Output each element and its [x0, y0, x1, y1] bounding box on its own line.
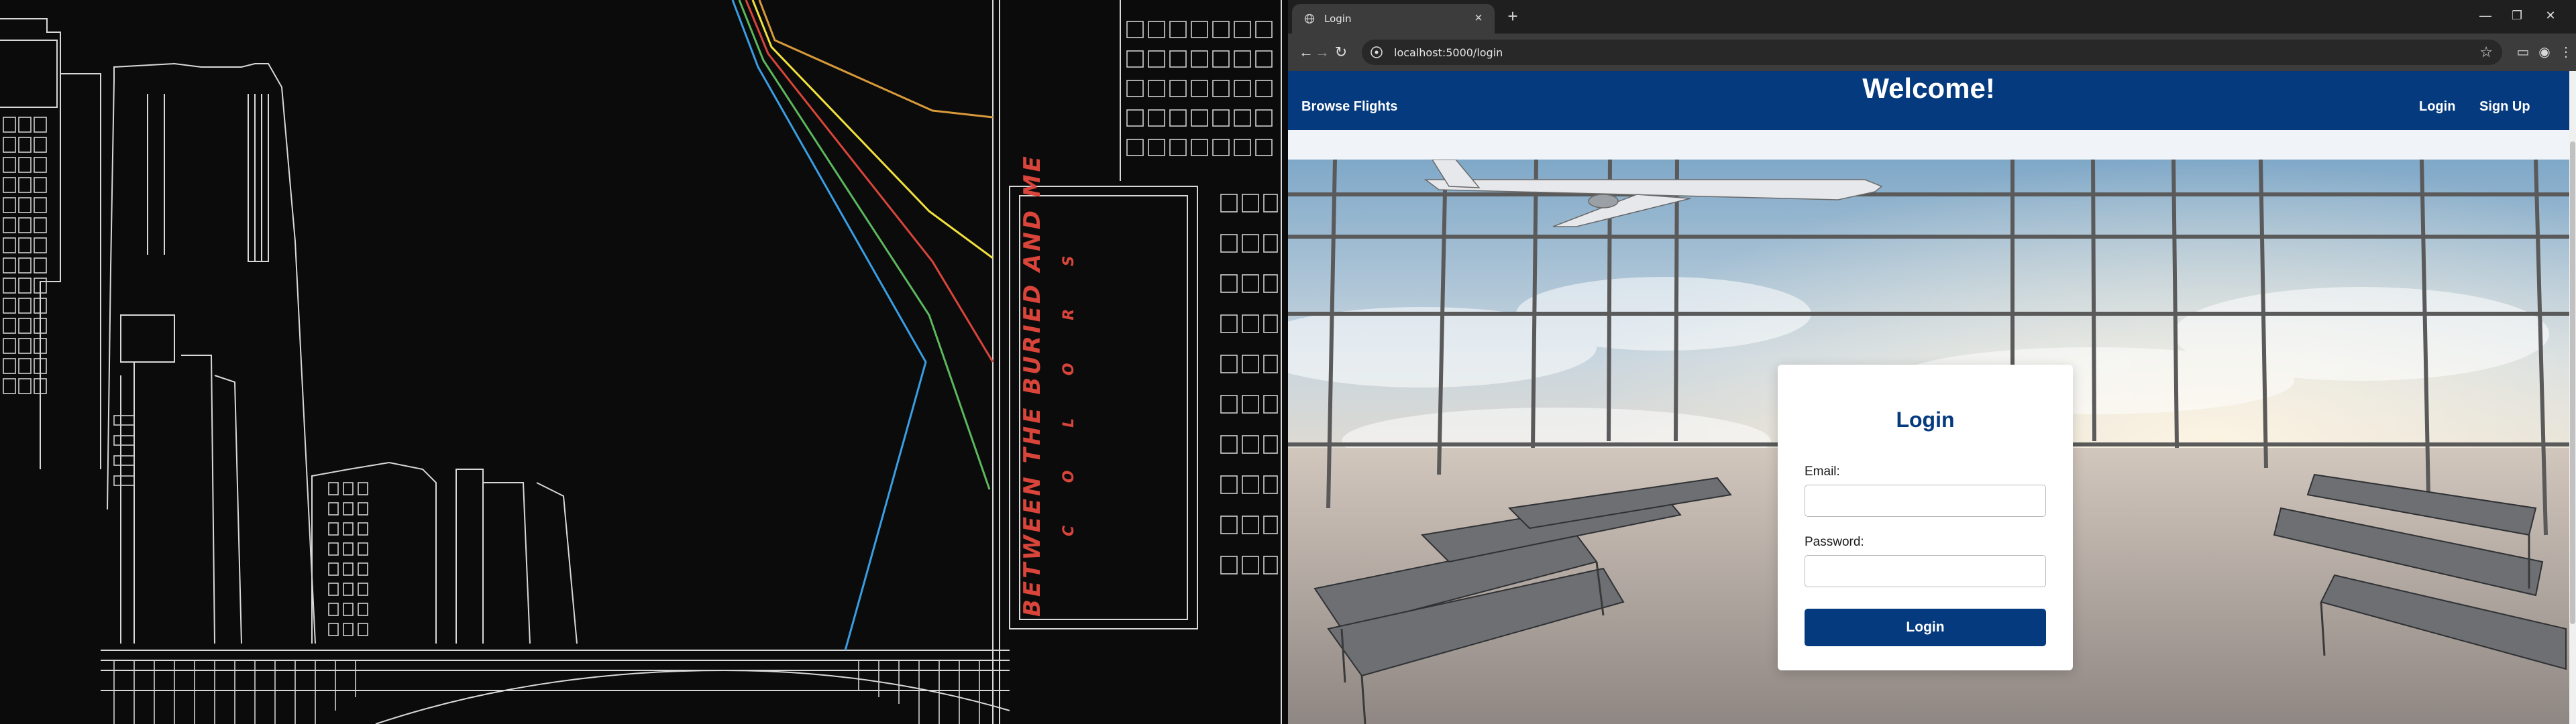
nav-login-link[interactable]: Login	[2419, 99, 2455, 115]
login-title: Login	[1896, 408, 1955, 432]
page-scrollbar[interactable]	[2569, 71, 2576, 724]
page-content: Browse Flights Welcome! Login Sign Up Lo…	[1288, 71, 2569, 724]
wallpaper-line-orange	[758, 0, 994, 119]
nav-signup-link[interactable]: Sign Up	[2479, 99, 2530, 115]
url-text: localhost:5000/login	[1394, 46, 1503, 59]
tab-login[interactable]: Login ×	[1292, 4, 1495, 34]
tab-title: Login	[1324, 13, 1352, 25]
email-label: Email:	[1805, 465, 1840, 479]
new-tab-button[interactable]: +	[1503, 7, 1523, 27]
scrollbar-thumb[interactable]	[2570, 141, 2575, 624]
login-submit-button[interactable]: Login	[1805, 609, 2046, 646]
address-bar[interactable]: localhost:5000/login ☆	[1362, 40, 2502, 65]
wallpaper-billboard-text: BETWEEN THE BURIED AND ME	[1019, 154, 1046, 617]
wallpaper-line-yellow	[751, 0, 994, 259]
welcome-heading: Welcome!	[1862, 72, 1995, 104]
extension-icon[interactable]: ◉	[2534, 42, 2555, 62]
password-label: Password:	[1805, 535, 1864, 549]
close-icon[interactable]: ✕	[2537, 5, 2564, 25]
cast-icon[interactable]: ▭	[2513, 42, 2533, 62]
wallpaper-line-blue	[731, 0, 927, 651]
globe-icon	[1304, 13, 1315, 24]
tab-strip: Login × + — ❐ ✕	[1288, 0, 2576, 34]
wallpaper-billboard-subtext: C O L O R S	[1061, 237, 1077, 536]
site-navbar: Browse Flights Welcome! Login Sign Up	[1288, 71, 2569, 130]
email-field[interactable]	[1805, 485, 2046, 517]
menu-icon[interactable]: ⋮	[2556, 42, 2576, 62]
login-card: Login Email: Password: Login	[1778, 365, 2073, 670]
bookmark-star-icon[interactable]: ☆	[2479, 44, 2493, 61]
browser-window: Login × + — ❐ ✕ ← → ↻ localhost:5000/log…	[1288, 0, 2576, 724]
tab-close-icon[interactable]: ×	[1470, 10, 1487, 26]
browser-toolbar: ← → ↻ localhost:5000/login ☆ ▭ ◉ ⋮	[1288, 34, 2576, 71]
desktop-wallpaper: BETWEEN THE BURIED AND ME C O L O R S	[0, 0, 1288, 724]
wallpaper-art: BETWEEN THE BURIED AND ME C O L O R S	[0, 0, 1282, 724]
forward-icon[interactable]: →	[1312, 42, 1332, 62]
wallpaper-line-green	[738, 0, 991, 490]
site-info-icon[interactable]	[1370, 46, 1383, 59]
reload-button[interactable]: ↻	[1331, 42, 1351, 62]
minimize-icon[interactable]: —	[2472, 5, 2499, 25]
restore-icon[interactable]: ❐	[2504, 5, 2530, 25]
wallpaper-line-red	[745, 0, 994, 363]
password-field[interactable]	[1805, 555, 2046, 587]
